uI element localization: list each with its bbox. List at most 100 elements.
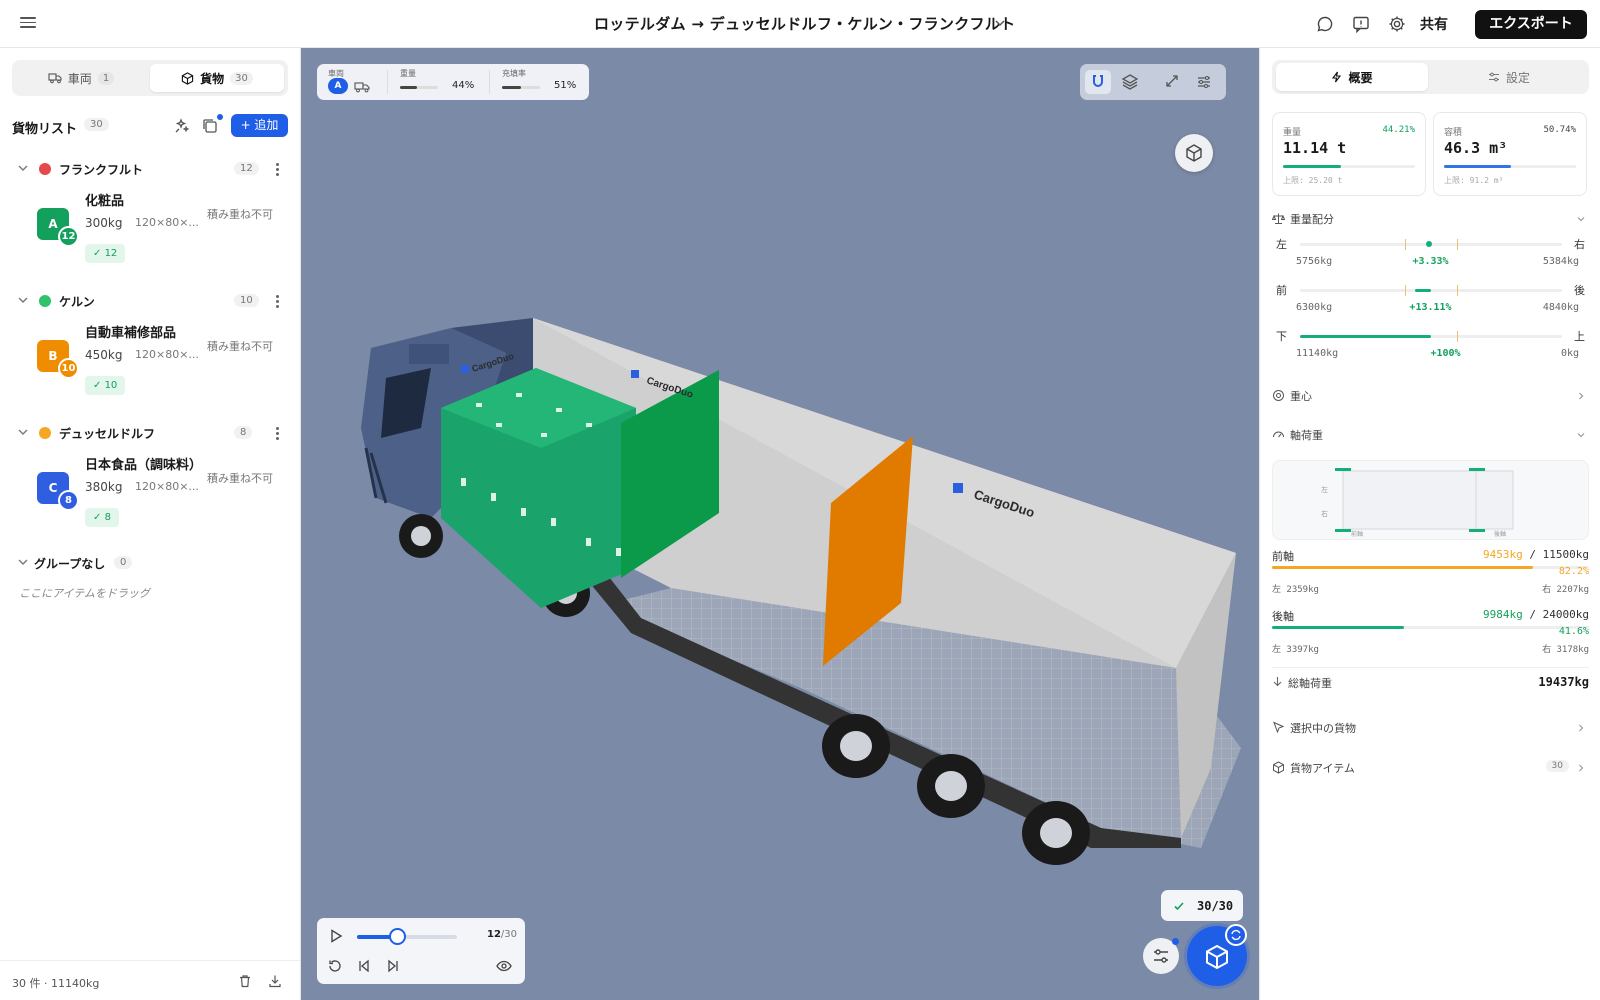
route-title: ロッテルダム → デュッセルドルフ・ケルン・フランクフルト	[594, 15, 1016, 33]
3d-viewport[interactable]: CargoDuo CargoDuo CargoDuo 車両 A 重量 44% 充…	[301, 48, 1259, 1000]
chevron-down-icon[interactable]	[16, 555, 30, 569]
step-back-icon[interactable]	[355, 957, 373, 975]
playback-slider[interactable]	[357, 928, 457, 945]
playback-slider-knob[interactable]	[389, 928, 406, 945]
chevron-down-icon[interactable]	[16, 425, 30, 439]
add-cargo-button[interactable]: + 追加	[231, 114, 288, 137]
truck-icon[interactable]	[354, 81, 370, 93]
total-axle-load-row: 総軸荷重 19437kg	[1272, 667, 1589, 690]
rear-axle-name: 後軸	[1272, 610, 1294, 623]
balance-left-label: 左	[1276, 238, 1287, 251]
filter-notification-dot	[1172, 938, 1179, 945]
adjustments-icon[interactable]	[1191, 70, 1217, 94]
item-name: 化粧品	[85, 194, 125, 209]
cargo-items-title: 貨物アイテム	[1290, 762, 1355, 775]
tab-cargo[interactable]: 貨物 30	[150, 64, 284, 92]
check-icon: ✓	[93, 512, 105, 523]
visibility-eye-icon[interactable]	[495, 957, 513, 975]
trash-icon[interactable]	[237, 973, 253, 989]
item-quantity-badge: 8	[58, 490, 79, 511]
playback-total-steps: /30	[500, 929, 518, 940]
group-color-dot	[39, 427, 51, 439]
balance-limit-marker	[1405, 239, 1406, 250]
front-axle-load: 9453kg / 11500kg	[1483, 548, 1589, 561]
balance-percent: +13.11%	[1409, 302, 1452, 313]
balance-right-label: 右	[1574, 238, 1585, 251]
front-axle-bar-fill	[1272, 566, 1533, 569]
auto-arrange-sparkle-icon[interactable]	[172, 116, 192, 136]
volume-card-bar	[1444, 165, 1576, 168]
tab-settings[interactable]: 設定	[1433, 63, 1585, 91]
load-stats-pill: 車両 A 重量 44% 充填率 51%	[317, 64, 589, 100]
cargo-items-section-header[interactable]: 貨物アイテム 30	[1272, 759, 1589, 777]
chat-icon[interactable]	[1315, 14, 1335, 34]
chevron-right-icon	[1579, 392, 1584, 400]
more-options-icon[interactable]	[270, 161, 284, 177]
cargo-list-header: 貨物リスト 30 + 追加	[12, 112, 288, 140]
front-axle-current: 9453kg	[1483, 548, 1523, 561]
axle-load-section-header[interactable]: 軸荷重	[1272, 426, 1589, 444]
item-stackable-status: 積み重ね不可	[207, 472, 273, 485]
share-button[interactable]: 共有	[1420, 14, 1448, 34]
center-of-gravity-section-header[interactable]: 重心	[1272, 387, 1589, 405]
left-tab-switch: 車両 1 貨物 30	[12, 60, 288, 96]
front-axle-right: 右 2207kg	[1542, 585, 1589, 595]
chevron-down-icon[interactable]	[16, 293, 30, 307]
group-header[interactable]: グループなし 0	[12, 552, 288, 574]
hamburger-menu-icon[interactable]	[18, 14, 38, 34]
reset-icon[interactable]	[326, 957, 344, 975]
group-header[interactable]: デュッセルドルフ 8	[12, 422, 288, 444]
selected-cargo-section-header[interactable]: 選択中の貨物	[1272, 719, 1589, 737]
left-panel-footer: 30 件 · 11140kg	[0, 960, 300, 1000]
group-header[interactable]: ケルン 10	[12, 290, 288, 312]
export-button[interactable]: エクスポート	[1475, 10, 1587, 39]
vehicle-badge[interactable]: A	[328, 78, 348, 94]
item-dimensions: 120×80×...	[135, 216, 199, 229]
cargo-item[interactable]: B 10 自動車補修部品 450kg 120×80×... 積み重ね不可 ✓ 1…	[37, 322, 282, 398]
tab-overview[interactable]: 概要	[1276, 63, 1428, 91]
fill-rate-progress-bar	[502, 86, 540, 89]
route-dropdown-chevron-icon[interactable]	[992, 15, 1008, 31]
more-options-icon[interactable]	[270, 293, 284, 309]
check-icon	[1174, 902, 1184, 911]
magnet-snap-icon[interactable]	[1085, 70, 1111, 94]
diagram-left-label: 左	[1321, 486, 1328, 494]
loaded-status-count: 30/30	[1197, 899, 1234, 913]
balance-indicator	[1300, 335, 1431, 338]
chevron-down-icon[interactable]	[16, 161, 30, 175]
fill-rate-progress-fill	[502, 86, 522, 89]
item-loaded-count: 10	[104, 380, 118, 391]
feedback-icon[interactable]	[1351, 14, 1371, 34]
cargo-summary: 30 件 · 11140kg	[12, 977, 100, 990]
settings-gear-icon[interactable]	[1387, 14, 1407, 34]
item-weight: 300kg	[85, 216, 123, 230]
cargo-item[interactable]: C 8 日本食品（調味料） 380kg 120×80×... 積み重ね不可 ✓ …	[37, 454, 282, 530]
rear-axle-row: 後軸 9984kg / 24000kg 41.6% 左 3397kg 右 317…	[1272, 608, 1589, 664]
item-stackable-status: 積み重ね不可	[207, 208, 273, 221]
truck-3d-scene: CargoDuo CargoDuo CargoDuo	[361, 318, 1241, 865]
tab-cargo-count: 30	[230, 71, 253, 85]
download-icon[interactable]	[267, 973, 283, 989]
tab-vehicles[interactable]: 車両 1	[16, 64, 146, 92]
axle-top-view	[1335, 468, 1514, 532]
layers-icon[interactable]	[1117, 70, 1143, 94]
play-icon[interactable]	[327, 927, 345, 945]
balance-limit-marker	[1457, 331, 1458, 342]
refresh-badge[interactable]	[1225, 924, 1247, 946]
lightning-icon	[1332, 71, 1342, 83]
step-forward-icon[interactable]	[384, 957, 402, 975]
cargo-item[interactable]: A 12 化粧品 300kg 120×80×... 積み重ね不可 ✓ 12	[37, 190, 282, 266]
item-quantity-badge: 12	[58, 226, 79, 247]
tab-vehicles-label: 車両	[67, 71, 92, 86]
more-options-icon[interactable]	[270, 425, 284, 441]
group-header[interactable]: フランクフルト 12	[12, 158, 288, 180]
cargo-list-title: 貨物リスト	[12, 122, 78, 137]
weight-card-value: 11.14 t	[1283, 139, 1347, 157]
right-tab-switch: 概要 設定	[1272, 60, 1589, 94]
weight-balance-section-header[interactable]: 重量配分	[1272, 210, 1589, 228]
fullscreen-icon[interactable]	[1159, 70, 1185, 94]
rear-axle-limit: / 24000kg	[1529, 608, 1589, 621]
duplicate-notification-dot	[217, 114, 223, 120]
loaded-status-pill: 30/30	[1161, 890, 1243, 921]
view-cube-button[interactable]	[1175, 134, 1213, 172]
